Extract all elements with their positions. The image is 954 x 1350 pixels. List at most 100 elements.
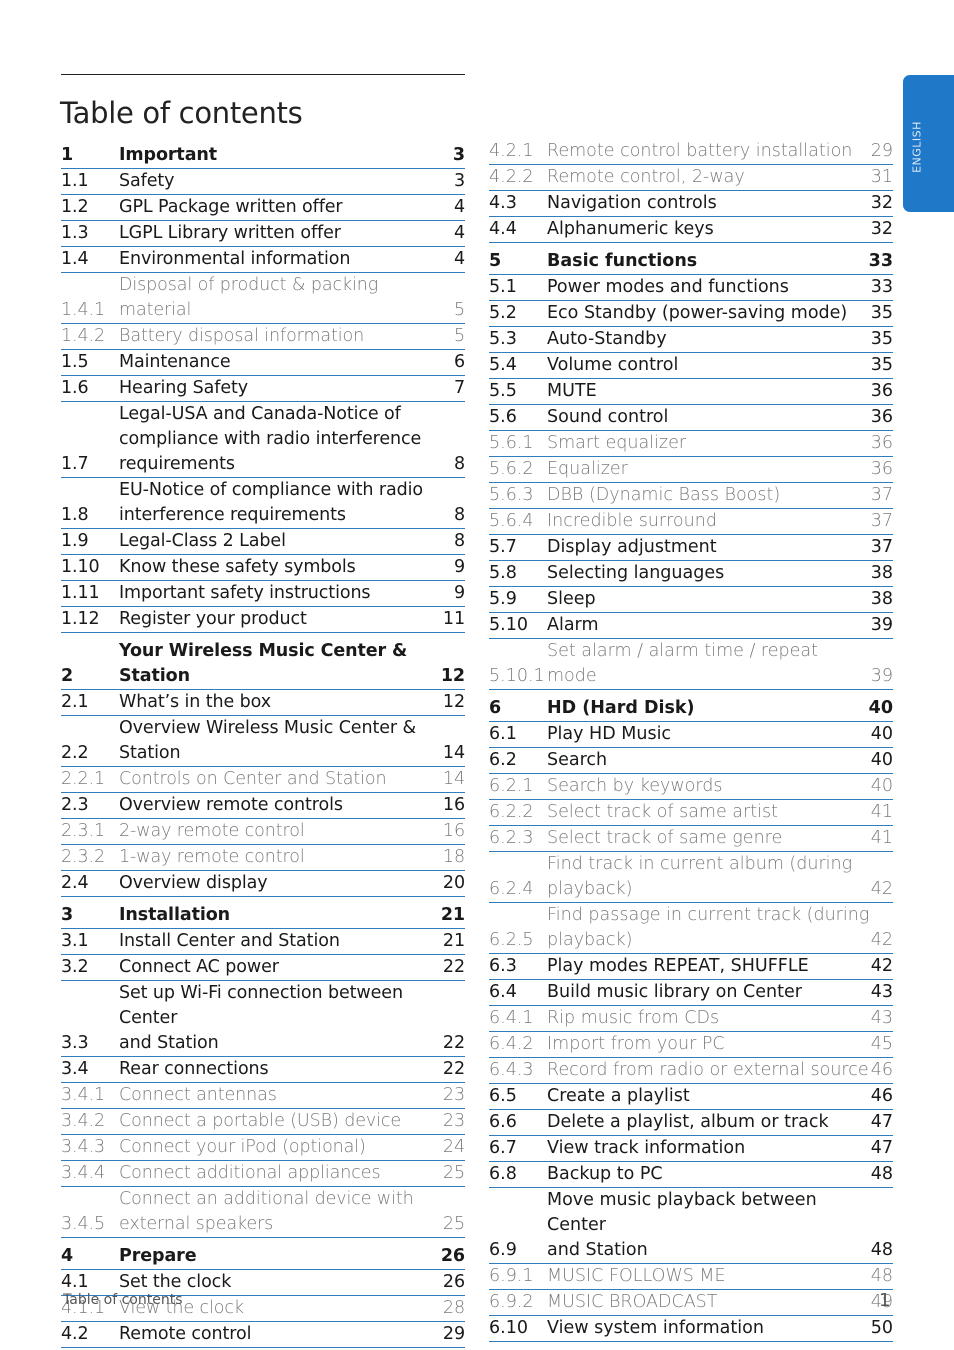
toc-entry-section[interactable]: 1.6 Hearing Safety 7: [61, 376, 465, 402]
toc-entry-sub[interactable]: 6.9.1 MUSIC FOLLOWS ME 48: [489, 1264, 893, 1290]
toc-entry-section[interactable]: 5.6 Sound control 36: [489, 405, 893, 431]
toc-entry-section[interactable]: 5.2 Eco Standby (power-saving mode) 35: [489, 301, 893, 327]
toc-entry-section[interactable]: 6.3 Play modes REPEAT, SHUFFLE 42: [489, 954, 893, 980]
toc-entry-section[interactable]: 6.1 Play HD Music 40: [489, 722, 893, 748]
toc-entry-section[interactable]: 6.8 Backup to PC 48: [489, 1162, 893, 1188]
toc-entry-section[interactable]: 6.5 Create a playlist 46: [489, 1084, 893, 1110]
toc-entry-page: 40: [868, 698, 893, 718]
toc-entry-section[interactable]: 5.3 Auto-Standby 35: [489, 327, 893, 353]
toc-entry-sub[interactable]: 6.4.3 Record from radio or external sourc…: [489, 1058, 893, 1084]
toc-entry-title-line: 1-way remote control: [119, 847, 305, 867]
toc-entry-section[interactable]: 3.2 Connect AC power 22: [61, 955, 465, 981]
toc-entry-sub[interactable]: 5.10.1 Set alarm / alarm time / repeat mo…: [489, 639, 893, 690]
toc-entry-page: 26: [442, 1272, 465, 1292]
toc-entry-page: 42: [870, 930, 893, 950]
toc-entry-section[interactable]: 2.2 Overview Wireless Music Center & Stati…: [61, 716, 465, 767]
toc-entry-sub[interactable]: 3.4.5 Connect an additional device with ex…: [61, 1187, 465, 1238]
toc-entry-section[interactable]: 1.12 Register your product 11: [61, 607, 465, 633]
toc-entry-sub[interactable]: 5.6.1 Smart equalizer 36: [489, 431, 893, 457]
toc-entry-section[interactable]: 5.8 Selecting languages 38: [489, 561, 893, 587]
toc-entry-section[interactable]: 1.9 Legal-Class 2 Label 8: [61, 529, 465, 555]
toc-entry-section[interactable]: 3.1 Install Center and Station 21: [61, 929, 465, 955]
toc-entry-chapter[interactable]: 3 Installation 21: [61, 903, 465, 929]
toc-entry-title-line: Connect additional appliances: [119, 1163, 381, 1183]
toc-entry-section[interactable]: 6.10 View system information 50: [489, 1316, 893, 1342]
toc-entry-section[interactable]: 4.3 Navigation controls 32: [489, 191, 893, 217]
toc-entry-page: 48: [870, 1240, 893, 1260]
toc-entry-sub[interactable]: 1.4.1 Disposal of product & packing mater…: [61, 273, 465, 324]
toc-entry-sub[interactable]: 3.4.3 Connect your iPod (optional) 24: [61, 1135, 465, 1161]
toc-entry-page: 38: [870, 563, 893, 583]
toc-entry-section[interactable]: 6.7 View track information 47: [489, 1136, 893, 1162]
toc-entry-section[interactable]: 5.5 MUTE 36: [489, 379, 893, 405]
toc-entry-sub[interactable]: 2.3.1 2-way remote control 16: [61, 819, 465, 845]
toc-entry-section[interactable]: 1.1 Safety 3: [61, 169, 465, 195]
toc-entry-sub[interactable]: 2.2.1 Controls on Center and Station 14: [61, 767, 465, 793]
toc-entry-sub[interactable]: 5.6.4 Incredible surround 37: [489, 509, 893, 535]
toc-entry-section[interactable]: 1.11 Important safety instructions 9: [61, 581, 465, 607]
toc-entry-chapter[interactable]: 1 Important 3: [61, 143, 465, 169]
toc-entry-section[interactable]: 6.4 Build music library on Center 43: [489, 980, 893, 1006]
toc-entry-sub[interactable]: 6.2.1 Search by keywords 40: [489, 774, 893, 800]
toc-entry-title: View system information: [547, 1316, 871, 1341]
toc-entry-section[interactable]: 4.2 Remote control 29: [61, 1322, 465, 1348]
toc-entry-sub[interactable]: 6.2.4 Find track in current album (during…: [489, 852, 893, 903]
toc-entry-section[interactable]: 1.7 Legal-USA and Canada-Notice of complia…: [61, 402, 465, 478]
toc-entry-section[interactable]: 5.10 Alarm 39: [489, 613, 893, 639]
toc-entry-sub[interactable]: 6.2.5 Find passage in current track (duri…: [489, 903, 893, 954]
toc-entry-section[interactable]: 1.3 LGPL Library written offer 4: [61, 221, 465, 247]
toc-entry-sub[interactable]: 6.2.3 Select track of same genre 41: [489, 826, 893, 852]
toc-entry-section[interactable]: 1.10 Know these safety symbols 9: [61, 555, 465, 581]
toc-entry-section[interactable]: 2.4 Overview display 20: [61, 871, 465, 897]
toc-entry-chapter[interactable]: 5 Basic functions 33: [489, 249, 893, 275]
toc-entry-section[interactable]: 6.2 Search 40: [489, 748, 893, 774]
toc-entry-number: 5.6.2: [489, 459, 534, 479]
toc-entry-sub[interactable]: 2.3.2 1-way remote control 18: [61, 845, 465, 871]
toc-entry-section[interactable]: 1.8 EU-Notice of compliance with radio int…: [61, 478, 465, 529]
toc-entry-section[interactable]: 5.1 Power modes and functions 33: [489, 275, 893, 301]
toc-entry-section[interactable]: 5.4 Volume control 35: [489, 353, 893, 379]
toc-entry-sub[interactable]: 1.4.2 Battery disposal information 5: [61, 324, 465, 350]
toc-entry-section[interactable]: 4.4 Alphanumeric keys 32: [489, 217, 893, 243]
toc-entry-page: 29: [870, 141, 893, 161]
toc-entry-section[interactable]: 6.6 Delete a playlist, album or track 47: [489, 1110, 893, 1136]
toc-entry-number: 1.4.1: [61, 300, 106, 320]
toc-entry-title: Auto-Standby: [547, 327, 871, 352]
toc-entry-sub[interactable]: 3.4.1 Connect antennas 23: [61, 1083, 465, 1109]
toc-entry-title-line: 2-way remote control: [119, 821, 305, 841]
toc-entry-number: 1.7: [61, 454, 89, 474]
toc-entry-page: 11: [442, 609, 465, 629]
toc-entry-section[interactable]: 5.9 Sleep 38: [489, 587, 893, 613]
toc-entry-title-line: Connect antennas: [119, 1085, 277, 1105]
toc-entry-number: 3.4.3: [61, 1137, 106, 1157]
toc-entry-title-line: Eco Standby (power-saving mode): [547, 303, 848, 323]
toc-entry-chapter[interactable]: 6 HD (Hard Disk) 40: [489, 696, 893, 722]
toc-entry-sub[interactable]: 6.2.2 Select track of same artist 41: [489, 800, 893, 826]
toc-entry-title-line: Volume control: [547, 355, 679, 375]
toc-entry-sub[interactable]: 3.4.4 Connect additional appliances 25: [61, 1161, 465, 1187]
toc-entry-number: 6.8: [489, 1164, 517, 1184]
toc-entry-sub[interactable]: 6.4.1 Rip music from CDs 43: [489, 1006, 893, 1032]
toc-entry-section[interactable]: 3.4 Rear connections 22: [61, 1057, 465, 1083]
toc-entry-section[interactable]: 3.3 Set up Wi-Fi connection between Cente…: [61, 981, 465, 1057]
toc-entry-section[interactable]: 2.3 Overview remote controls 16: [61, 793, 465, 819]
toc-entry-sub[interactable]: 5.6.2 Equalizer 36: [489, 457, 893, 483]
toc-entry-sub[interactable]: 4.2.1 Remote control battery installation…: [489, 139, 893, 165]
toc-entry-title-line: Connect AC power: [119, 957, 279, 977]
toc-entry-section[interactable]: 1.4 Environmental information 4: [61, 247, 465, 273]
toc-entry-sub[interactable]: 3.4.2 Connect a portable (USB) device 23: [61, 1109, 465, 1135]
toc-entry-section[interactable]: 1.2 GPL Package written offer 4: [61, 195, 465, 221]
toc-entry-sub[interactable]: 6.9.2 MUSIC BROADCAST 49: [489, 1290, 893, 1316]
toc-entry-sub[interactable]: 6.4.2 Import from your PC 45: [489, 1032, 893, 1058]
toc-entry-section[interactable]: 5.7 Display adjustment 37: [489, 535, 893, 561]
toc-entry-section[interactable]: 6.9 Move music playback between Center and…: [489, 1188, 893, 1264]
toc-entry-chapter[interactable]: 4 Prepare 26: [61, 1244, 465, 1270]
toc-entry-title: What’s in the box: [119, 690, 443, 715]
toc-entry-sub[interactable]: 4.2.2 Remote control, 2-way 31: [489, 165, 893, 191]
toc-entry-sub[interactable]: 5.6.3 DBB (Dynamic Bass Boost) 37: [489, 483, 893, 509]
toc-entry-chapter[interactable]: 2 Your Wireless Music Center & Station 12: [61, 639, 465, 690]
toc-entry-section[interactable]: 1.5 Maintenance 6: [61, 350, 465, 376]
toc-entry-section[interactable]: 2.1 What’s in the box 12: [61, 690, 465, 716]
toc-entry-title: Basic functions: [547, 249, 869, 274]
toc-entry-title: Important safety instructions: [119, 581, 445, 606]
